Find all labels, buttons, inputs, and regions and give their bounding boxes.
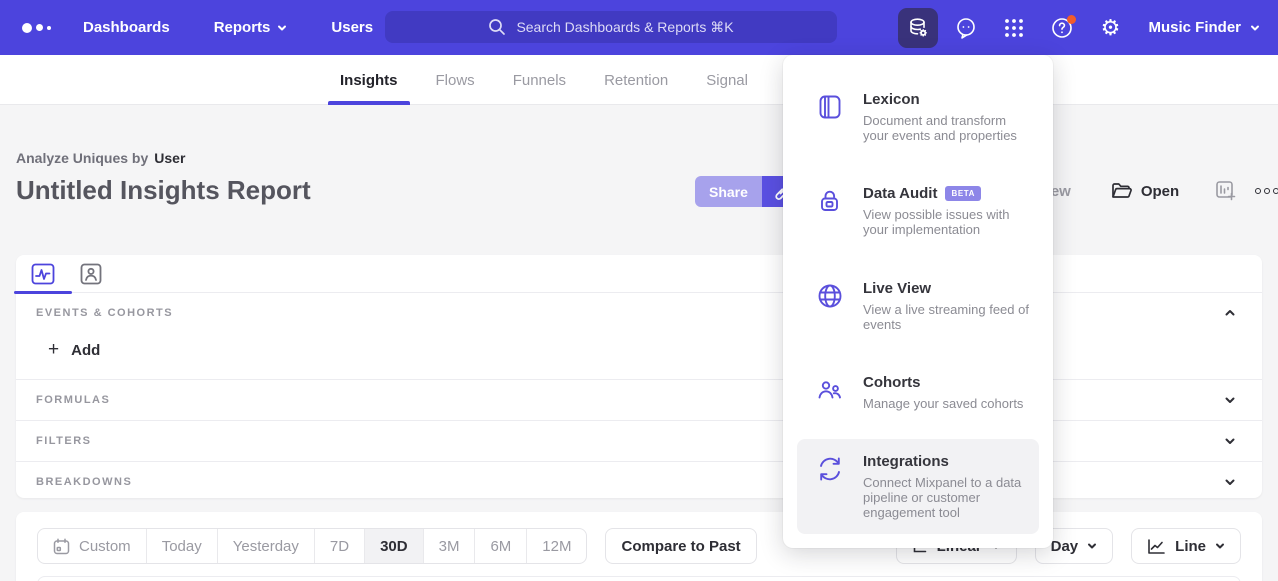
section-filters-header[interactable]: FILTERS <box>16 421 1262 461</box>
report-tabrow: Insights Flows Funnels Retention Signal … <box>0 55 1278 105</box>
events-tab[interactable] <box>30 262 56 286</box>
range-yesterday[interactable]: Yesterday <box>218 529 315 563</box>
range-12m[interactable]: 12M <box>527 529 586 563</box>
nav-users-label: Users <box>331 19 373 36</box>
menu-item-integrations[interactable]: Integrations Connect Mixpanel to a data … <box>797 439 1039 534</box>
page-title[interactable]: Untitled Insights Report <box>16 175 311 206</box>
date-range-control: Custom Today Yesterday 7D 30D 3M 6M 12M <box>37 528 587 564</box>
chart-type-dropdown[interactable]: Line <box>1131 528 1241 564</box>
chevron-up-icon <box>1224 307 1236 319</box>
search-icon <box>488 18 506 36</box>
search-input[interactable]: Search Dashboards & Reports ⌘K <box>385 11 837 43</box>
tab-retention[interactable]: Retention <box>604 55 668 105</box>
topbar: Dashboards Reports Users Search Dashboar… <box>0 0 1278 55</box>
project-switcher[interactable]: Music Finder <box>1148 19 1260 36</box>
beta-badge: BETA <box>945 186 981 201</box>
user-profile-icon <box>80 263 102 285</box>
nav-reports-label: Reports <box>214 19 271 36</box>
chart-area <box>37 576 1241 581</box>
builder-tabs <box>16 255 1262 293</box>
apps-grid-icon[interactable] <box>994 8 1034 48</box>
lexicon-book-icon <box>815 91 845 143</box>
nav-reports[interactable]: Reports <box>214 19 288 36</box>
section-formulas: FORMULAS <box>16 380 1262 421</box>
folder-icon <box>1111 182 1132 200</box>
chevron-down-icon <box>1215 541 1225 551</box>
range-custom[interactable]: Custom <box>38 529 147 563</box>
nav-dashboards[interactable]: Dashboards <box>83 19 170 36</box>
subtitle-entity[interactable]: User <box>154 150 185 166</box>
menu-item-live-view[interactable]: Live View View a live streaming feed of … <box>797 266 1039 346</box>
plus-icon: + <box>48 339 59 361</box>
open-report-button[interactable]: Open <box>1111 182 1179 200</box>
title-actions: New Open <box>1040 178 1278 204</box>
feedback-icon[interactable] <box>946 8 986 48</box>
line-chart-icon <box>1147 538 1166 555</box>
chevron-down-icon <box>1087 541 1097 551</box>
add-to-dashboard-icon <box>1215 180 1237 202</box>
section-breakdowns-header[interactable]: BREAKDOWNS <box>16 462 1262 502</box>
more-options-button[interactable] <box>1255 188 1278 194</box>
mixpanel-logo-icon[interactable] <box>22 23 51 33</box>
nav-users[interactable]: Users <box>331 19 373 36</box>
share-button[interactable]: Share <box>695 176 762 207</box>
tab-flows[interactable]: Flows <box>436 55 475 105</box>
live-view-globe-icon <box>815 280 845 332</box>
section-events-cohorts: EVENTS & COHORTS + Add <box>16 293 1262 380</box>
add-to-dashboard-button[interactable] <box>1215 180 1237 202</box>
tab-signal[interactable]: Signal <box>706 55 748 105</box>
data-audit-lock-icon <box>815 185 845 237</box>
top-navigation: Dashboards Reports Users <box>83 19 373 36</box>
compare-to-past-button[interactable]: Compare to Past <box>605 528 756 564</box>
chevron-down-icon <box>1224 394 1236 406</box>
help-icon[interactable] <box>1042 8 1082 48</box>
section-filters: FILTERS <box>16 421 1262 462</box>
data-management-menu: Lexicon Document and transform your even… <box>783 55 1053 548</box>
range-6m[interactable]: 6M <box>475 529 527 563</box>
chevron-down-icon <box>1224 435 1236 447</box>
topbar-actions: ⚙ Music Finder <box>898 0 1260 55</box>
chevron-down-icon <box>277 23 287 33</box>
users-tab[interactable] <box>78 262 104 286</box>
tab-insights[interactable]: Insights <box>340 55 398 105</box>
range-today[interactable]: Today <box>147 529 218 563</box>
tab-funnels[interactable]: Funnels <box>513 55 566 105</box>
chart-toolbar-card: Custom Today Yesterday 7D 30D 3M 6M 12M … <box>16 512 1262 581</box>
menu-item-cohorts[interactable]: Cohorts Manage your saved cohorts <box>797 360 1039 425</box>
calendar-icon <box>53 538 70 555</box>
section-breakdowns: BREAKDOWNS <box>16 462 1262 502</box>
chevron-down-icon <box>1224 476 1236 488</box>
report-subtitle: Analyze Uniques byUser <box>16 150 185 166</box>
range-30d[interactable]: 30D <box>365 529 424 563</box>
search-placeholder: Search Dashboards & Reports ⌘K <box>516 19 733 36</box>
date-toolbar: Custom Today Yesterday 7D 30D 3M 6M 12M … <box>37 528 1241 564</box>
add-event-button[interactable]: + Add <box>16 333 136 379</box>
menu-item-lexicon[interactable]: Lexicon Document and transform your even… <box>797 77 1039 157</box>
section-formulas-header[interactable]: FORMULAS <box>16 380 1262 420</box>
section-events-cohorts-header[interactable]: EVENTS & COHORTS <box>16 293 1262 333</box>
range-7d[interactable]: 7D <box>315 529 365 563</box>
data-management-icon[interactable] <box>898 8 938 48</box>
chart-pulse-icon <box>31 263 55 285</box>
integrations-sync-icon <box>815 453 845 520</box>
settings-icon[interactable]: ⚙ <box>1090 8 1130 48</box>
query-builder-card: EVENTS & COHORTS + Add FORMULAS FILTERS … <box>16 255 1262 498</box>
menu-item-data-audit[interactable]: Data Audit BETA View possible issues wit… <box>797 171 1039 251</box>
notification-dot <box>1067 15 1076 24</box>
chevron-down-icon <box>1250 23 1260 33</box>
range-3m[interactable]: 3M <box>424 529 476 563</box>
nav-dashboards-label: Dashboards <box>83 19 170 36</box>
cohorts-people-icon <box>815 374 845 411</box>
project-name: Music Finder <box>1148 19 1241 36</box>
